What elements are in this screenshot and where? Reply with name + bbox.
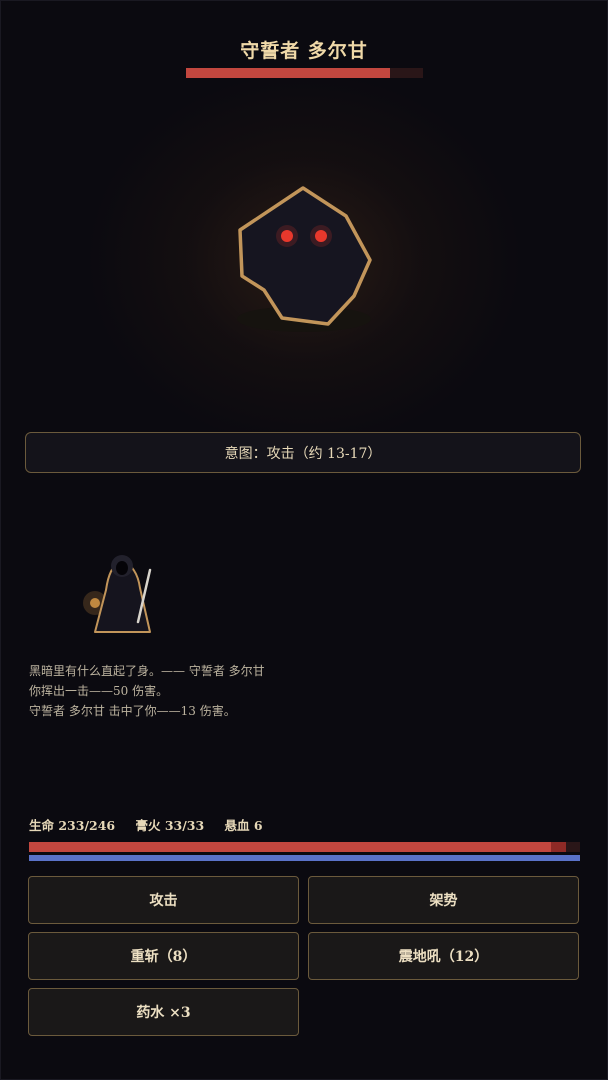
log-line: 黑暗里有什么直起了身。—— 守誓者 多尔甘 (29, 664, 265, 678)
boss-sprite[interactable] (226, 178, 386, 338)
player-hp-recent-damage (550, 842, 566, 852)
quake-roar-button[interactable]: 震地吼（12） (308, 932, 579, 980)
boss-body (238, 186, 372, 326)
stance-button[interactable]: 架势 (308, 876, 579, 924)
log-line: 守誓者 多尔甘 击中了你——13 伤害。 (29, 704, 236, 718)
attack-button[interactable]: 攻击 (28, 876, 299, 924)
player-face-shadow (116, 561, 128, 575)
player-hp-fill (29, 842, 551, 852)
player-fire-bar (29, 855, 580, 861)
boss-name: 守誓者 多尔甘 (240, 40, 368, 62)
boss-intent: 意图：攻击（约 13-17） (25, 432, 581, 473)
lantern-icon (90, 598, 100, 608)
player-fire-text: 膏火 33/33 (135, 818, 205, 833)
player-hp-bar (29, 842, 580, 852)
player-hp-text: 生命 233/246 (29, 818, 116, 833)
combat-log: 黑暗里有什么直起了身。—— 守誓者 多尔甘 你挥出一击——50 伤害。 守誓者 … (29, 661, 265, 721)
player-bleed-text: 悬血 6 (224, 818, 263, 833)
player-fire-fill (29, 855, 580, 861)
potion-button[interactable]: 药水 ×3 (28, 988, 299, 1036)
boss-eye-left (281, 230, 293, 242)
boss-eye-right (315, 230, 327, 242)
heavy-slash-button[interactable]: 重斩（8） (28, 932, 299, 980)
log-line: 你挥出一击——50 伤害。 (29, 684, 169, 698)
player-sprite (83, 555, 152, 633)
player-stats: 生命 233/246 膏火 33/33 悬血 6 (29, 815, 263, 834)
